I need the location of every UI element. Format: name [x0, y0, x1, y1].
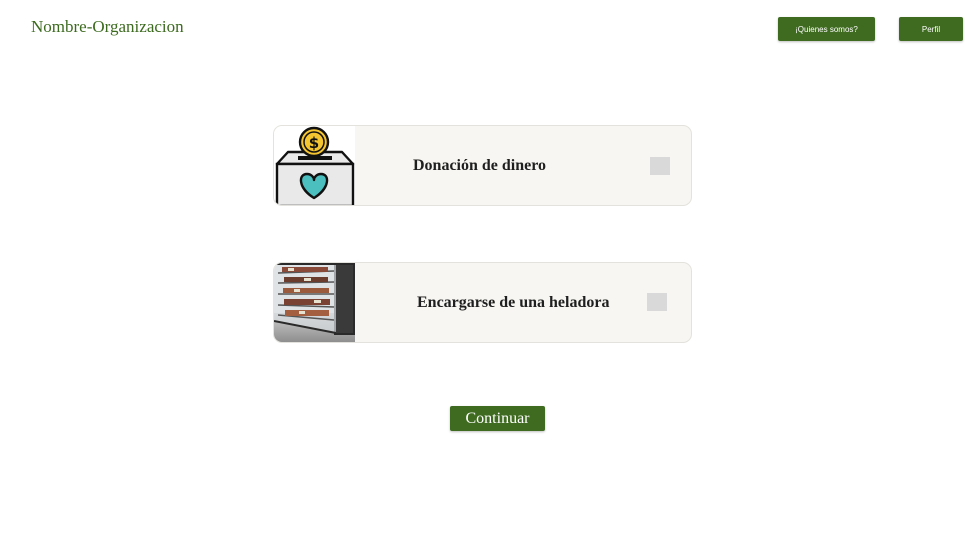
fridge-display-image — [274, 263, 355, 342]
donation-box-icon: $ — [274, 126, 355, 205]
option-checkbox[interactable] — [647, 293, 667, 311]
option-checkbox[interactable] — [650, 157, 670, 175]
option-card-fridge[interactable]: Encargarse de una heladora — [273, 262, 692, 343]
option-card-money-donation[interactable]: $ Donación de dinero — [273, 125, 692, 206]
about-us-button[interactable]: ¡Quienes somos? — [778, 17, 875, 41]
option-label: Donación de dinero — [413, 156, 547, 174]
organization-name[interactable]: Nombre-Organizacion — [31, 17, 184, 37]
svg-text:$: $ — [309, 134, 319, 152]
profile-button[interactable]: Perfil — [899, 17, 963, 41]
option-label: Encargarse de una heladora — [417, 293, 610, 311]
continue-button[interactable]: Continuar — [450, 406, 545, 431]
